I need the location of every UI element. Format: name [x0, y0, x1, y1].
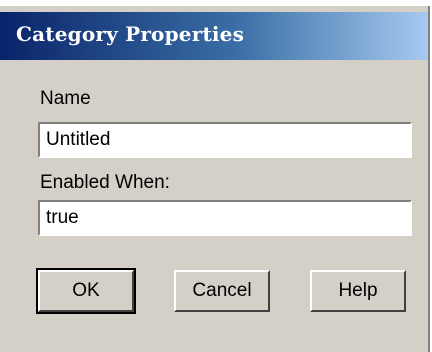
cancel-button[interactable]: Cancel: [174, 270, 270, 312]
dialog-title: Category Properties: [16, 22, 245, 46]
enabled-when-field[interactable]: [38, 200, 412, 236]
enabled-when-label: Enabled When:: [40, 172, 170, 193]
ok-button[interactable]: OK: [36, 268, 136, 314]
name-label: Name: [40, 88, 91, 109]
help-button[interactable]: Help: [310, 270, 406, 312]
name-field[interactable]: [38, 122, 412, 158]
